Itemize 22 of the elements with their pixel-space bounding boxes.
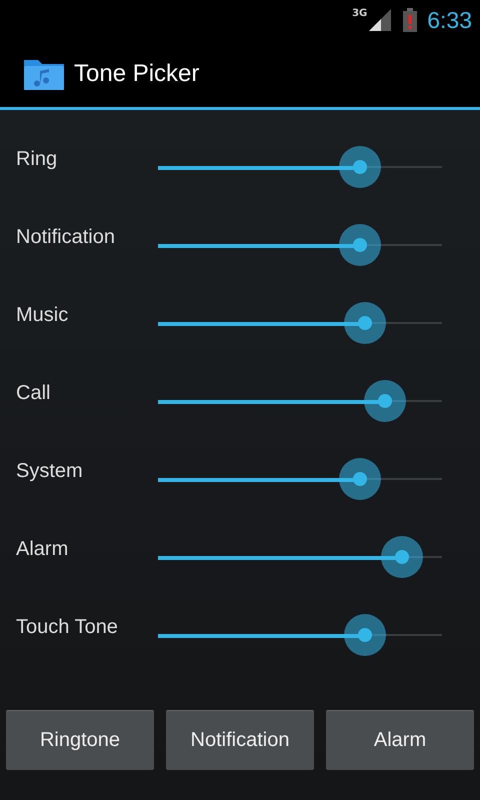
slider-label: Alarm [16, 538, 68, 561]
slider-label: System [16, 460, 83, 483]
tone-button[interactable]: Notification [166, 710, 314, 770]
slider-label: Call [16, 382, 50, 405]
slider-thumb[interactable] [364, 380, 406, 422]
slider-thumb[interactable] [338, 146, 381, 188]
signal-icon [369, 9, 392, 31]
app-title: Tone Picker [74, 60, 200, 88]
slider-label: Notification [16, 226, 115, 249]
slider-thumb[interactable] [344, 302, 386, 344]
slider-thumb[interactable] [344, 614, 386, 656]
tone-button[interactable]: Ringtone [6, 710, 154, 770]
network-type: 3G [352, 8, 368, 19]
slider-label: Music [16, 304, 68, 327]
slider-label: Ring [16, 148, 58, 171]
slider-label: Touch Tone [16, 616, 118, 639]
slider-thumb[interactable] [381, 536, 424, 578]
slider-thumb[interactable] [338, 458, 381, 500]
clock: 6:33 [427, 6, 472, 34]
slider-thumb[interactable] [338, 224, 381, 266]
battery-alert-icon [403, 8, 418, 32]
tone-button[interactable]: Alarm [326, 710, 474, 770]
